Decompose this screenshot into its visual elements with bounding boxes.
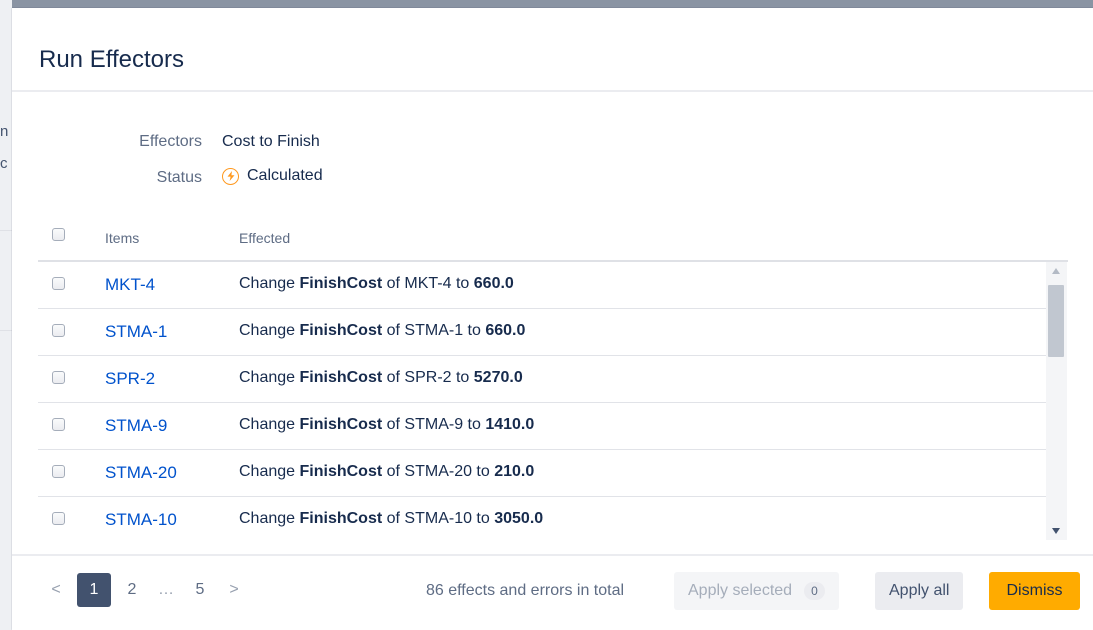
item-link[interactable]: STMA-1 bbox=[105, 322, 167, 342]
item-link[interactable]: STMA-20 bbox=[105, 463, 177, 483]
page-2-button[interactable]: 2 bbox=[115, 573, 149, 607]
status-label: Status bbox=[156, 169, 202, 186]
table-row: SPR-2 Change FinishCost of SPR-2 to 5270… bbox=[38, 356, 1050, 403]
effect-target: of SPR-2 to bbox=[386, 369, 470, 386]
effect-verb: Change bbox=[239, 416, 296, 433]
selected-count-badge: 0 bbox=[804, 582, 825, 600]
pagination-ellipsis: … bbox=[158, 581, 174, 598]
previous-page-button[interactable]: < bbox=[39, 573, 73, 607]
status-value: Calculated bbox=[222, 167, 323, 185]
effect-target: of STMA-10 to bbox=[386, 510, 490, 527]
pagination: < 1 2 … 5 > bbox=[39, 573, 251, 607]
page-5-button[interactable]: 5 bbox=[183, 573, 217, 607]
effect-verb: Change bbox=[239, 322, 296, 339]
row-checkbox[interactable] bbox=[52, 371, 65, 384]
row-checkbox[interactable] bbox=[52, 512, 65, 525]
table-row: STMA-9 Change FinishCost of STMA-9 to 14… bbox=[38, 403, 1050, 450]
effects-list[interactable]: MKT-4 Change FinishCost of MKT-4 to 660.… bbox=[38, 262, 1050, 540]
row-checkbox[interactable] bbox=[52, 418, 65, 431]
effect-description: Change FinishCost of MKT-4 to 660.0 bbox=[239, 275, 514, 293]
effectors-value-text: Cost to Finish bbox=[222, 133, 320, 150]
apply-selected-label: Apply selected bbox=[688, 582, 793, 599]
scrollbar-thumb[interactable] bbox=[1048, 285, 1064, 357]
effectors-label: Effectors bbox=[139, 133, 202, 150]
item-link[interactable]: SPR-2 bbox=[105, 369, 155, 389]
table-row: STMA-20 Change FinishCost of STMA-20 to … bbox=[38, 450, 1050, 497]
effectors-value: Cost to Finish bbox=[222, 133, 320, 151]
status-value-text: Calculated bbox=[247, 167, 323, 184]
next-page-button[interactable]: > bbox=[217, 573, 251, 607]
effect-field: FinishCost bbox=[299, 416, 383, 433]
effect-field: FinishCost bbox=[299, 275, 383, 292]
background-text: c bbox=[0, 155, 8, 172]
dialog-title: Run Effectors bbox=[39, 46, 184, 73]
effect-value: 3050.0 bbox=[494, 510, 544, 527]
effect-verb: Change bbox=[239, 463, 296, 480]
select-all-checkbox[interactable] bbox=[52, 228, 65, 241]
effect-value: 210.0 bbox=[494, 463, 535, 480]
effect-field: FinishCost bbox=[299, 322, 383, 339]
page-1-button[interactable]: 1 bbox=[77, 573, 111, 607]
table-row: MKT-4 Change FinishCost of MKT-4 to 660.… bbox=[38, 262, 1050, 309]
dismiss-button[interactable]: Dismiss bbox=[989, 572, 1080, 610]
effect-description: Change FinishCost of SPR-2 to 5270.0 bbox=[239, 369, 523, 387]
effect-field: FinishCost bbox=[299, 463, 383, 480]
effect-target: of STMA-20 to bbox=[386, 463, 490, 480]
effect-target: of MKT-4 to bbox=[386, 275, 470, 292]
run-effectors-dialog: Run Effectors Effectors Cost to Finish S… bbox=[12, 8, 1093, 630]
table-row: STMA-1 Change FinishCost of STMA-1 to 66… bbox=[38, 309, 1050, 356]
effect-value: 5270.0 bbox=[473, 369, 523, 386]
effect-description: Change FinishCost of STMA-10 to 3050.0 bbox=[239, 510, 543, 528]
header-divider bbox=[12, 90, 1093, 92]
item-link[interactable]: MKT-4 bbox=[105, 275, 155, 295]
lightning-bolt-icon bbox=[222, 167, 239, 185]
effect-field: FinishCost bbox=[299, 369, 383, 386]
row-checkbox[interactable] bbox=[52, 324, 65, 337]
effect-field: FinishCost bbox=[299, 510, 383, 527]
background-text: n bbox=[0, 123, 9, 140]
item-link[interactable]: STMA-9 bbox=[105, 416, 167, 436]
row-checkbox[interactable] bbox=[52, 277, 65, 290]
effect-verb: Change bbox=[239, 369, 296, 386]
effect-verb: Change bbox=[239, 510, 296, 527]
effect-verb: Change bbox=[239, 275, 296, 292]
background-page: n c bbox=[0, 0, 12, 630]
effect-target: of STMA-1 to bbox=[386, 322, 481, 339]
effect-value: 660.0 bbox=[485, 322, 526, 339]
effect-description: Change FinishCost of STMA-9 to 1410.0 bbox=[239, 416, 534, 434]
list-scrollbar[interactable] bbox=[1046, 262, 1067, 540]
apply-all-button[interactable]: Apply all bbox=[875, 572, 964, 610]
column-header-items: Items bbox=[105, 230, 140, 246]
background-divider bbox=[0, 330, 12, 331]
footer-divider bbox=[12, 554, 1093, 556]
table-row: STMA-10 Change FinishCost of STMA-10 to … bbox=[38, 497, 1050, 540]
background-divider bbox=[0, 230, 12, 231]
effect-target: of STMA-9 to bbox=[386, 416, 481, 433]
scroll-down-arrow-icon[interactable] bbox=[1052, 528, 1060, 534]
effect-value: 660.0 bbox=[473, 275, 514, 292]
item-link[interactable]: STMA-10 bbox=[105, 510, 177, 530]
effect-description: Change FinishCost of STMA-20 to 210.0 bbox=[239, 463, 534, 481]
apply-selected-button[interactable]: Apply selected 0 bbox=[674, 572, 839, 610]
scroll-up-arrow-icon[interactable] bbox=[1052, 268, 1060, 274]
effect-description: Change FinishCost of STMA-1 to 660.0 bbox=[239, 322, 525, 340]
total-count-text: 86 effects and errors in total bbox=[426, 582, 625, 599]
row-checkbox[interactable] bbox=[52, 465, 65, 478]
column-header-effected: Effected bbox=[239, 230, 291, 246]
effect-value: 1410.0 bbox=[485, 416, 535, 433]
